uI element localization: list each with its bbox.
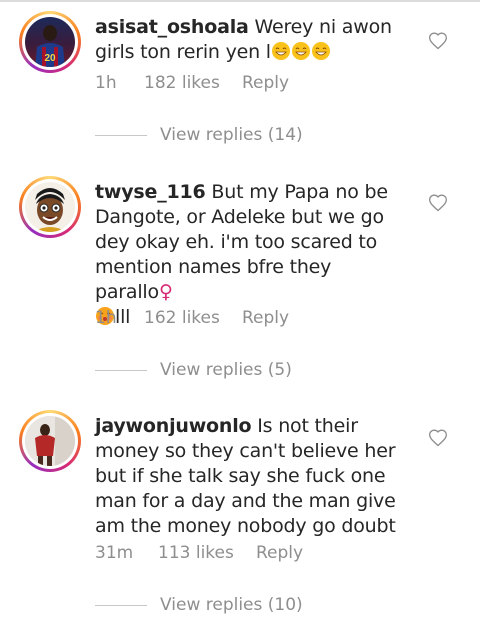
reply-button[interactable]: Reply bbox=[256, 543, 303, 563]
comment-time: 1h bbox=[95, 73, 117, 93]
view-replies-button[interactable]: View replies (14) bbox=[95, 125, 303, 145]
like-heart-icon[interactable] bbox=[428, 31, 448, 51]
female-sign-icon: ♀ bbox=[158, 281, 173, 303]
comment-likes[interactable]: 162 likes bbox=[144, 308, 242, 328]
divider-line bbox=[95, 134, 147, 136]
svg-text:20: 20 bbox=[44, 53, 56, 64]
comment-username[interactable]: twyse_116 bbox=[95, 181, 206, 203]
view-replies-button[interactable]: View replies (5) bbox=[95, 360, 292, 380]
comment-likes[interactable]: 182 likes bbox=[144, 73, 242, 93]
avatar-photo bbox=[25, 416, 75, 466]
comment-likes[interactable]: 113 likes bbox=[158, 543, 256, 563]
comment-username[interactable]: jaywonjuwonlo bbox=[95, 415, 252, 437]
comment-time: 31m bbox=[95, 543, 134, 563]
avatar-photo: 20 bbox=[25, 17, 75, 67]
avatar[interactable] bbox=[19, 410, 81, 472]
like-heart-icon[interactable] bbox=[428, 193, 448, 213]
view-replies-label: View replies (5) bbox=[160, 360, 292, 380]
divider-line bbox=[95, 369, 147, 371]
like-heart-icon[interactable] bbox=[428, 428, 448, 448]
view-replies-label: View replies (14) bbox=[160, 125, 303, 145]
grinning-emoji-icon bbox=[311, 41, 331, 63]
grinning-emoji-icon bbox=[291, 41, 311, 63]
view-replies-button[interactable]: View replies (10) bbox=[95, 595, 303, 615]
comment-username[interactable]: asisat_oshoala bbox=[95, 16, 249, 38]
top-divider bbox=[0, 0, 480, 2]
divider-line bbox=[95, 604, 147, 606]
grinning-emoji-icon bbox=[271, 41, 291, 63]
comment-body: asisat_oshoala Werey ni awon girls ton r… bbox=[95, 15, 413, 65]
comment-body: jaywonjuwonlo Is not their money so they… bbox=[95, 414, 413, 539]
comment-time: 1h bbox=[95, 308, 117, 328]
view-replies-label: View replies (10) bbox=[160, 595, 303, 615]
reply-button[interactable]: Reply bbox=[242, 308, 289, 328]
avatar[interactable] bbox=[19, 176, 81, 238]
avatar-photo bbox=[25, 182, 75, 232]
avatar[interactable]: 20 bbox=[19, 11, 81, 73]
reply-button[interactable]: Reply bbox=[242, 73, 289, 93]
